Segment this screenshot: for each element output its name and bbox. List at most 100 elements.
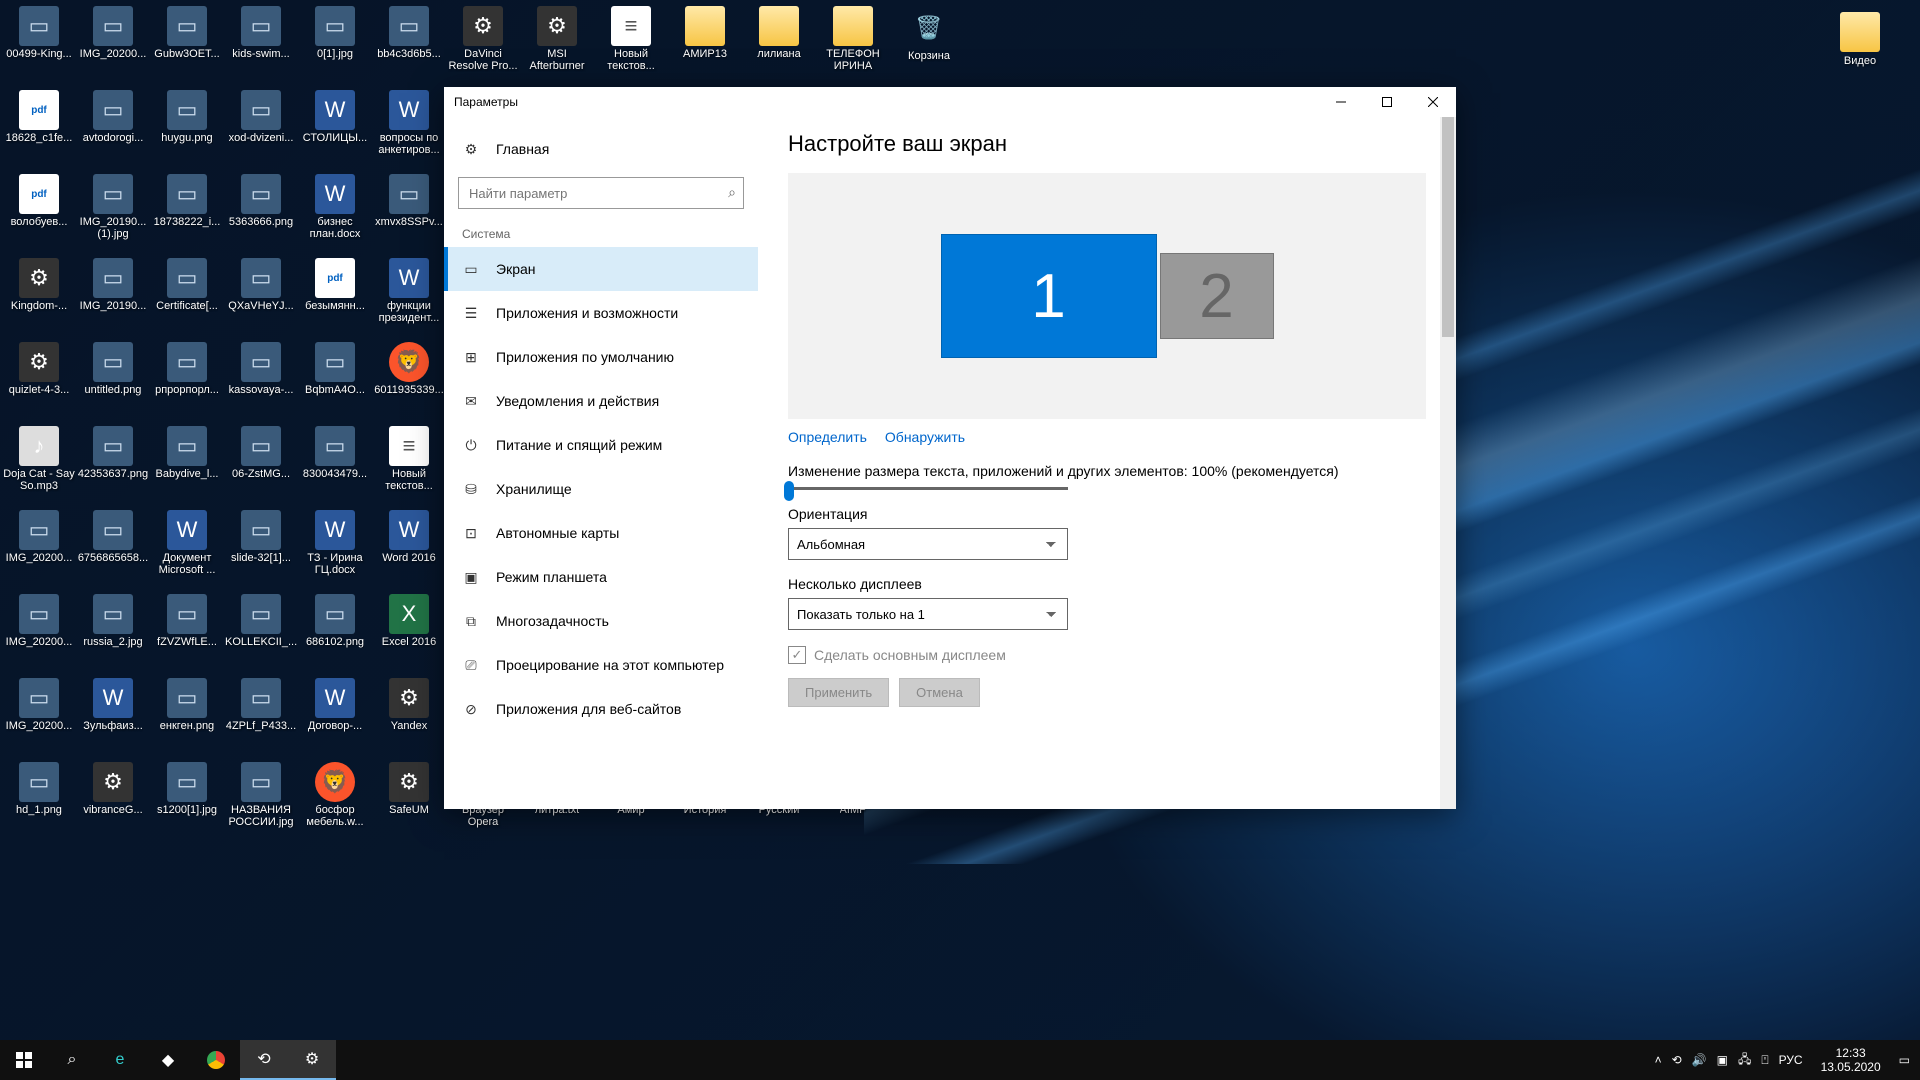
desktop-icon[interactable]: ▭fZVZWfLE...	[150, 590, 224, 674]
desktop-icon[interactable]: WЗульфаиз...	[76, 674, 150, 758]
desktop-icon[interactable]: WСТОЛИЦЫ...	[298, 86, 372, 170]
library-videos[interactable]: Видео	[1840, 12, 1880, 67]
scrollbar-thumb[interactable]	[1442, 117, 1454, 337]
desktop-icon[interactable]: 🦁босфор мебель.w...	[298, 758, 372, 842]
nav-item[interactable]: ⧉Многозадачность	[444, 599, 758, 643]
desktop-icon[interactable]: ▭18738222_i...	[150, 170, 224, 254]
desktop-icon[interactable]: ▭hd_1.png	[2, 758, 76, 842]
desktop-icon[interactable]: ТЕЛЕФОН ИРИНА	[816, 2, 890, 86]
desktop-icon[interactable]: ▭42353637.png	[76, 422, 150, 506]
desktop-icon[interactable]: ▭IMG_20200...	[2, 506, 76, 590]
link-detect[interactable]: Обнаружить	[885, 429, 965, 445]
taskbar-app-chrome[interactable]	[192, 1040, 240, 1080]
nav-item[interactable]: ⊡Автономные карты	[444, 511, 758, 555]
desktop-icon[interactable]: ▭06-ZstMG...	[224, 422, 298, 506]
desktop-icon[interactable]: WДокумент Microsoft ...	[150, 506, 224, 590]
desktop-icon[interactable]: ▭НАЗВАНИЯ РОССИИ.jpg	[224, 758, 298, 842]
nav-item[interactable]: ⎚Проецирование на этот компьютер	[444, 643, 758, 687]
desktop-icon[interactable]: WДоговор-...	[298, 674, 372, 758]
desktop-icon[interactable]: ▭Certificate[...	[150, 254, 224, 338]
desktop-icon[interactable]: ▭BqbmA4O...	[298, 338, 372, 422]
desktop-icon[interactable]: волобуев...	[2, 170, 76, 254]
desktop-icon[interactable]: ▭IMG_20190...	[76, 254, 150, 338]
desktop-icon[interactable]: ▭рпрорпорл...	[150, 338, 224, 422]
desktop-icon[interactable]: Wфункции президент...	[372, 254, 446, 338]
search-button[interactable]: ⌕	[48, 1040, 96, 1080]
tray-volume-icon[interactable]: 🔊	[1692, 1053, 1707, 1067]
desktop-icon[interactable]: ⚙SafeUM	[372, 758, 446, 842]
taskbar-app-bluestacks[interactable]: ◆	[144, 1040, 192, 1080]
tray-steam-icon[interactable]: ⟲	[1672, 1053, 1682, 1067]
tray-defender-icon[interactable]: ⍞	[1761, 1053, 1768, 1068]
link-identify[interactable]: Определить	[788, 429, 867, 445]
desktop-icon[interactable]: ▭830043479...	[298, 422, 372, 506]
desktop-icon[interactable]: ▭russia_2.jpg	[76, 590, 150, 674]
desktop-icon[interactable]: ▭huygu.png	[150, 86, 224, 170]
desktop-icon[interactable]: ⚙vibranceG...	[76, 758, 150, 842]
taskbar-app-settings[interactable]: ⚙	[288, 1040, 336, 1080]
desktop-icon[interactable]: ⚙Kingdom-...	[2, 254, 76, 338]
multi-display-select[interactable]: Показать только на 1	[788, 598, 1068, 630]
desktop-icon[interactable]: ▭xmvx8SSPv...	[372, 170, 446, 254]
desktop-icon[interactable]: ▭Gubw3OET...	[150, 2, 224, 86]
desktop-icon[interactable]: АМИР13	[668, 2, 742, 86]
titlebar[interactable]: Параметры	[444, 87, 1456, 117]
desktop-icon[interactable]: ⚙quizlet-4-3...	[2, 338, 76, 422]
desktop-icon[interactable]: ▭avtodorogi...	[76, 86, 150, 170]
desktop-icon[interactable]: XExcel 2016	[372, 590, 446, 674]
desktop-icon[interactable]: WWord 2016	[372, 506, 446, 590]
desktop-icon[interactable]: ▭untitled.png	[76, 338, 150, 422]
desktop-icon[interactable]: ▭slide-32[1]...	[224, 506, 298, 590]
nav-item[interactable]: ⛁Хранилище	[444, 467, 758, 511]
desktop-icon[interactable]: ▭IMG_20200...	[2, 590, 76, 674]
desktop-icon[interactable]: WТЗ - Ирина ГЦ.docx	[298, 506, 372, 590]
desktop-icon[interactable]: ▭0[1].jpg	[298, 2, 372, 86]
desktop-icon[interactable]: ▭енкген.png	[150, 674, 224, 758]
nav-item[interactable]: ⊞Приложения по умолчанию	[444, 335, 758, 379]
recycle-bin[interactable]: 🗑️ Корзина	[892, 4, 966, 88]
desktop-icon[interactable]: 18628_c1fe...	[2, 86, 76, 170]
scale-slider[interactable]	[788, 487, 1068, 490]
desktop-icon[interactable]: ⚙MSI Afterburner	[520, 2, 594, 86]
maximize-button[interactable]	[1364, 87, 1410, 117]
nav-item[interactable]: ⏻Питание и спящий режим	[444, 423, 758, 467]
desktop-icon[interactable]: ▭IMG_20200...	[2, 674, 76, 758]
desktop-icon[interactable]: ≡Новый текстов...	[594, 2, 668, 86]
tray-chevron-icon[interactable]: ˄	[1655, 1053, 1662, 1067]
tray-language[interactable]: РУС	[1779, 1053, 1803, 1067]
desktop-icon[interactable]: ▭kassovaya-...	[224, 338, 298, 422]
search-input[interactable]	[458, 177, 744, 209]
slider-thumb[interactable]	[784, 481, 794, 501]
desktop-icon[interactable]: ♪Doja Cat - Say So.mp3	[2, 422, 76, 506]
desktop-icon[interactable]: безымянн...	[298, 254, 372, 338]
nav-item[interactable]: ▣Режим планшета	[444, 555, 758, 599]
desktop-icon[interactable]: Wвопросы по анкетиров...	[372, 86, 446, 170]
desktop-icon[interactable]: ▭KOLLEKCII_...	[224, 590, 298, 674]
display-arrangement[interactable]: 1 2	[788, 173, 1426, 419]
desktop-icon[interactable]: лилиана	[742, 2, 816, 86]
monitor-2[interactable]: 2	[1160, 253, 1274, 339]
desktop-icon[interactable]: ▭00499-King...	[2, 2, 76, 86]
nav-item[interactable]: ⊘Приложения для веб-сайтов	[444, 687, 758, 731]
taskbar-app-edge[interactable]: e	[96, 1040, 144, 1080]
tray-nvidia-icon[interactable]: ▣	[1717, 1053, 1728, 1067]
desktop-icon[interactable]: ▭QXaVHeYJ...	[224, 254, 298, 338]
orientation-select[interactable]: Альбомная	[788, 528, 1068, 560]
taskbar-clock[interactable]: 12:33 13.05.2020	[1813, 1046, 1889, 1075]
start-button[interactable]	[0, 1040, 48, 1080]
desktop-icon[interactable]: ≡Новый текстов...	[372, 422, 446, 506]
desktop-icon[interactable]: ▭s1200[1].jpg	[150, 758, 224, 842]
desktop-icon[interactable]: ⚙DaVinci Resolve Pro...	[446, 2, 520, 86]
desktop-icon[interactable]: ▭Babydive_l...	[150, 422, 224, 506]
desktop-icon[interactable]: ▭IMG_20200...	[76, 2, 150, 86]
desktop-icon[interactable]: ▭kids-swim...	[224, 2, 298, 86]
taskbar-app-steam[interactable]: ⟲	[240, 1040, 288, 1080]
desktop-icon[interactable]: ▭5363666.png	[224, 170, 298, 254]
scrollbar[interactable]	[1440, 117, 1456, 809]
nav-home[interactable]: ⚙ Главная	[444, 127, 758, 171]
desktop-icon[interactable]: Wбизнес план.docx	[298, 170, 372, 254]
desktop-icon[interactable]: ▭686102.png	[298, 590, 372, 674]
close-button[interactable]	[1410, 87, 1456, 117]
desktop-icon[interactable]: ▭4ZPLf_P433...	[224, 674, 298, 758]
desktop-icon[interactable]: ⚙Yandex	[372, 674, 446, 758]
